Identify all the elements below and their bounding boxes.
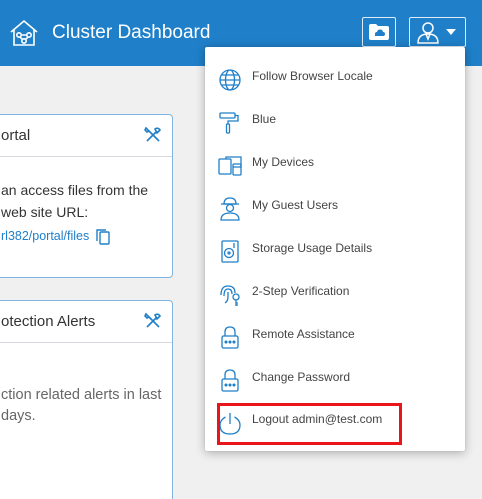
user-icon [417, 22, 439, 44]
devices-icon [218, 156, 242, 176]
menu-item-my-guest-users[interactable]: My Guest Users [205, 184, 465, 227]
portal-text-line2: web site URL: [1, 204, 89, 220]
menu-item-change-password[interactable]: Change Password [205, 356, 465, 399]
globe-icon [219, 69, 241, 91]
tools-icon[interactable] [144, 312, 162, 330]
tools-icon[interactable] [144, 126, 162, 144]
alerts-description: ction related alerts in last days. [1, 385, 161, 427]
chevron-down-icon [446, 29, 456, 35]
portal-text-line1: an access files from the [1, 182, 149, 198]
storage-disk-icon [221, 240, 239, 263]
panel-header: ortal [0, 115, 172, 157]
menu-item-label: Remote Assistance [252, 327, 355, 341]
user-dropdown-menu: Follow Browser Locale Blue My Devices My… [205, 47, 465, 451]
menu-item-label: Storage Usage Details [252, 241, 373, 255]
menu-item-2-step-verification[interactable]: 2-Step Verification [205, 270, 465, 313]
menu-item-blue[interactable]: Blue [205, 98, 465, 141]
menu-item-storage-usage-details[interactable]: Storage Usage Details [205, 227, 465, 270]
panel-title: ortal [1, 127, 31, 144]
remote-lock-icon [221, 326, 239, 349]
portal-url-link[interactable]: rl382/portal/files [1, 229, 89, 243]
menu-item-label: Follow Browser Locale [252, 69, 373, 83]
folder-cloud-icon [369, 24, 389, 40]
menu-item-label: Blue [252, 112, 277, 126]
alerts-text-line2: days. [1, 408, 36, 424]
panel-title: otection Alerts [1, 313, 96, 330]
menu-item-follow-browser-locale[interactable]: Follow Browser Locale [205, 55, 465, 98]
highlight-annotation [217, 403, 402, 445]
menu-item-my-devices[interactable]: My Devices [205, 141, 465, 184]
alerts-text-line1: ction related alerts in last [1, 387, 162, 403]
copy-icon[interactable] [95, 228, 111, 246]
paint-roller-icon [219, 112, 239, 134]
app-title: Cluster Dashboard [52, 22, 211, 43]
guest-user-icon [220, 197, 240, 221]
cloud-folder-button[interactable] [362, 17, 396, 47]
password-lock-icon [221, 369, 239, 392]
house-network-icon [10, 19, 38, 46]
menu-item-label: 2-Step Verification [252, 284, 350, 298]
menu-item-label: My Devices [252, 155, 315, 169]
fingerprint-key-icon [220, 285, 240, 306]
portal-description: an access files from the web site URL: [1, 179, 148, 223]
user-menu-button[interactable] [409, 17, 466, 47]
menu-item-remote-assistance[interactable]: Remote Assistance [205, 313, 465, 356]
menu-item-label: My Guest Users [252, 198, 339, 212]
panel-header: otection Alerts [0, 301, 172, 343]
menu-item-label: Change Password [252, 370, 351, 384]
portal-panel: ortal an access files from the web site … [0, 114, 173, 278]
protection-alerts-panel: otection Alerts ction related alerts in … [0, 300, 173, 499]
